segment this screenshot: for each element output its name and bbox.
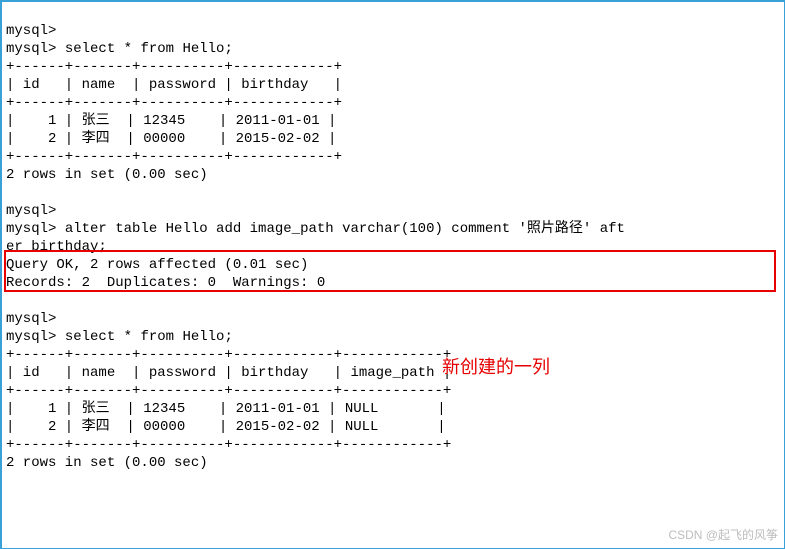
rows-in-set: 2 rows in set (0.00 sec) [6, 167, 208, 183]
table-row: | 1 | 张三 | 12345 | 2011-01-01 | NULL | [6, 401, 446, 417]
sql-command-alter-1: alter table Hello add image_path varchar… [65, 221, 625, 237]
terminal-window[interactable]: mysql> mysql> select * from Hello; +----… [0, 0, 785, 549]
table-row: | 1 | 张三 | 12345 | 2011-01-01 | [6, 113, 336, 129]
mysql-prompt: mysql> [6, 23, 56, 39]
mysql-prompt: mysql> [6, 41, 56, 57]
table-border: +------+-------+----------+------------+… [6, 437, 451, 453]
table-header: | id | name | password | birthday | imag… [6, 365, 451, 381]
table-row: | 2 | 李四 | 00000 | 2015-02-02 | NULL | [6, 419, 446, 435]
table-header: | id | name | password | birthday | [6, 77, 342, 93]
mysql-prompt: mysql> [6, 329, 56, 345]
mysql-prompt: mysql> [6, 221, 56, 237]
watermark: CSDN @起飞的风筝 [668, 526, 778, 544]
sql-command: select * from Hello; [65, 41, 233, 57]
table-row: | 2 | 李四 | 00000 | 2015-02-02 | [6, 131, 336, 147]
table-border: +------+-------+----------+------------+ [6, 59, 342, 75]
records-line: Records: 2 Duplicates: 0 Warnings: 0 [6, 275, 325, 291]
table-border: +------+-------+----------+------------+… [6, 383, 451, 399]
mysql-prompt: mysql> [6, 203, 56, 219]
rows-in-set: 2 rows in set (0.00 sec) [6, 455, 208, 471]
sql-command-alter-2: er birthday; [6, 239, 107, 255]
mysql-prompt: mysql> [6, 311, 56, 327]
table-border: +------+-------+----------+------------+ [6, 95, 342, 111]
annotation-label: 新创建的一列 [442, 358, 550, 376]
query-ok: Query OK, 2 rows affected (0.01 sec) [6, 257, 308, 273]
table-border: +------+-------+----------+------------+… [6, 347, 451, 363]
table-border: +------+-------+----------+------------+ [6, 149, 342, 165]
sql-command: select * from Hello; [65, 329, 233, 345]
